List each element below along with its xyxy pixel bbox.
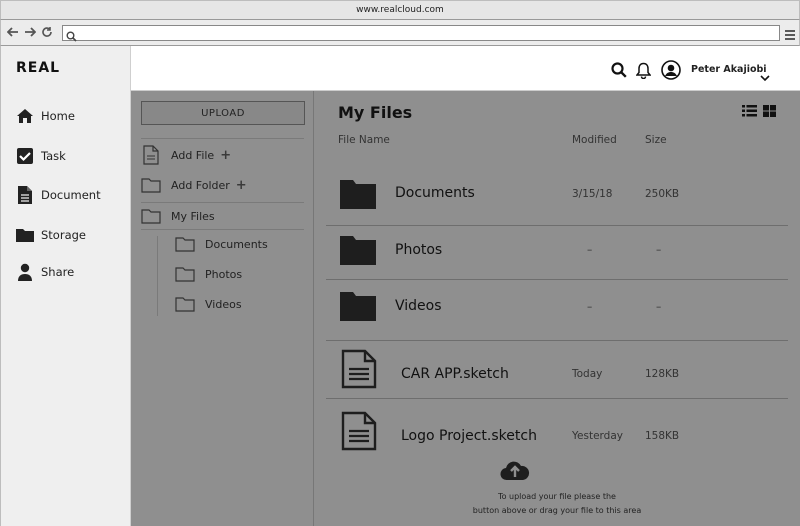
- document-icon: [341, 349, 377, 393]
- folder-outline-icon: [175, 235, 195, 253]
- file-name[interactable]: Photos: [395, 242, 442, 258]
- bell-icon[interactable]: [635, 62, 652, 83]
- row-divider: [326, 279, 788, 280]
- row-divider: [326, 225, 788, 226]
- column-header-size[interactable]: Size: [645, 134, 667, 146]
- divider: [141, 229, 304, 230]
- reload-icon[interactable]: [40, 25, 54, 39]
- file-list-panel: My Files File Name Modified Size Documen…: [314, 91, 800, 526]
- page-title: My Files: [338, 103, 413, 122]
- file-modified: Yesterday: [572, 430, 623, 442]
- avatar-icon[interactable]: [661, 60, 681, 84]
- file-modified: –: [587, 244, 593, 256]
- file-name[interactable]: Documents: [395, 185, 475, 201]
- browser-nav-bar: [0, 20, 800, 46]
- tree-item-videos[interactable]: Videos: [175, 295, 242, 313]
- tree-item-label: Videos: [205, 297, 242, 311]
- folder-outline-icon: [141, 207, 161, 225]
- user-icon: [15, 262, 35, 282]
- file-modified: 3/15/18: [572, 188, 613, 200]
- file-name[interactable]: Videos: [395, 298, 442, 314]
- tree-connector: [157, 236, 158, 316]
- plus-icon: +: [220, 147, 232, 163]
- folder-icon: [339, 290, 377, 326]
- sidebar-item-storage[interactable]: Storage: [15, 225, 86, 245]
- add-folder-button[interactable]: Add Folder +: [141, 176, 247, 194]
- file-icon: [141, 145, 161, 165]
- column-header-name[interactable]: File Name: [338, 134, 390, 146]
- row-divider: [326, 398, 788, 399]
- upload-hint-line: To upload your file please the: [498, 492, 616, 501]
- browser-url-title: www.realcloud.com: [356, 5, 444, 15]
- sidebar: REAL Home Task Document Storage Share: [0, 46, 131, 526]
- list-view-icon[interactable]: [742, 102, 757, 121]
- back-arrow-icon[interactable]: [6, 25, 20, 39]
- plus-icon: +: [235, 177, 247, 193]
- tree-item-my-files[interactable]: My Files: [141, 207, 215, 225]
- upload-hint: To upload your file please the button ab…: [314, 490, 800, 518]
- cloud-upload-icon[interactable]: [500, 459, 530, 485]
- sidebar-item-task[interactable]: Task: [15, 146, 66, 166]
- divider: [141, 138, 304, 139]
- file-name[interactable]: Logo Project.sketch: [401, 428, 537, 444]
- brand-logo: REAL: [16, 60, 61, 76]
- sidebar-item-share[interactable]: Share: [15, 262, 74, 282]
- browser-title-bar: www.realcloud.com: [0, 0, 800, 20]
- column-header-modified[interactable]: Modified: [572, 134, 617, 146]
- file-size: –: [656, 244, 662, 256]
- document-icon: [15, 185, 35, 205]
- folder-outline-icon: [141, 176, 161, 194]
- search-icon[interactable]: [611, 62, 627, 82]
- file-size: 250KB: [645, 188, 680, 200]
- file-modified: Today: [572, 368, 603, 380]
- tree-item-photos[interactable]: Photos: [175, 265, 242, 283]
- row-divider: [326, 340, 788, 341]
- file-modified: –: [587, 301, 593, 313]
- file-size: 158KB: [645, 430, 680, 442]
- add-folder-label: Add Folder: [171, 178, 230, 192]
- add-file-button[interactable]: Add File +: [141, 145, 232, 165]
- tree-item-documents[interactable]: Documents: [175, 235, 268, 253]
- search-icon: [66, 27, 77, 46]
- upload-hint-line: button above or drag your file to this a…: [472, 506, 642, 515]
- folder-icon: [15, 225, 35, 245]
- file-size: 128KB: [645, 368, 680, 380]
- home-icon: [15, 106, 35, 126]
- file-name[interactable]: CAR APP.sketch: [401, 366, 509, 382]
- tree-item-label: Documents: [205, 237, 268, 251]
- folder-icon: [339, 234, 377, 270]
- sidebar-item-label: Task: [41, 149, 66, 163]
- user-name[interactable]: Peter Akajiobi: [691, 64, 767, 75]
- checkbox-icon: [15, 146, 35, 166]
- browser-menu-icon[interactable]: [784, 26, 796, 45]
- folder-outline-icon: [175, 265, 195, 283]
- chevron-down-icon[interactable]: [760, 67, 770, 86]
- sidebar-item-label: Document: [41, 188, 101, 202]
- document-icon: [341, 411, 377, 455]
- tree-item-label: Photos: [205, 267, 243, 281]
- file-tree-panel: UPLOAD Add File + Add Folder + My Files …: [131, 91, 314, 526]
- folder-outline-icon: [175, 295, 195, 313]
- sidebar-item-label: Share: [41, 265, 75, 279]
- address-bar[interactable]: [62, 25, 780, 42]
- add-file-label: Add File: [171, 148, 215, 162]
- sidebar-item-label: Storage: [41, 228, 86, 242]
- file-size: –: [656, 301, 662, 313]
- forward-arrow-icon[interactable]: [23, 25, 37, 39]
- divider: [141, 202, 304, 203]
- top-header: Peter Akajiobi: [131, 46, 800, 91]
- sidebar-item-document[interactable]: Document: [15, 185, 101, 205]
- sidebar-item-home[interactable]: Home: [15, 106, 75, 126]
- upload-button[interactable]: UPLOAD: [141, 101, 305, 125]
- folder-icon: [339, 178, 377, 214]
- grid-view-icon[interactable]: [763, 102, 776, 121]
- sidebar-item-label: Home: [41, 109, 75, 123]
- tree-item-label: My Files: [171, 209, 215, 223]
